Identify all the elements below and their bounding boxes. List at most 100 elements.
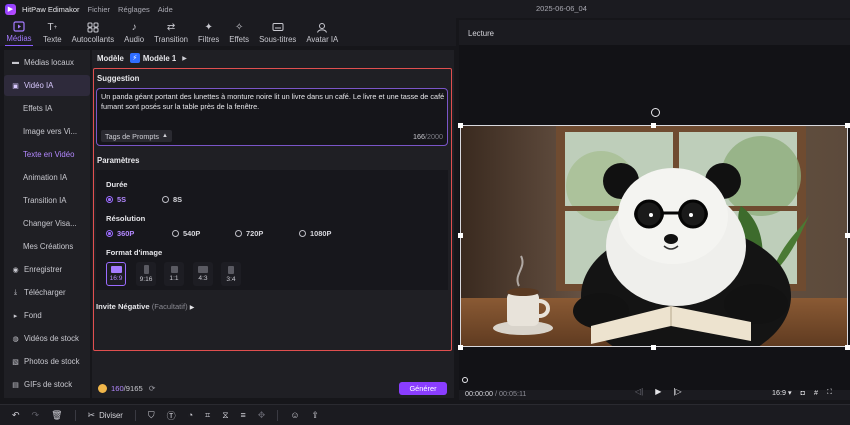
sidebar-item-stock-videos[interactable]: ◍ Vidéos de stock bbox=[4, 328, 90, 349]
snapshot-icon[interactable]: ◘ bbox=[801, 388, 805, 397]
sidebar-item-label: Fond bbox=[24, 311, 42, 320]
model-label: Modèle bbox=[97, 53, 124, 63]
previous-frame-icon[interactable]: ◁| bbox=[635, 387, 643, 396]
tab-audio[interactable]: ♪ Audio bbox=[124, 18, 144, 46]
sidebar-item-label: Médias locaux bbox=[24, 58, 74, 67]
music-note-icon: ♪ bbox=[131, 21, 137, 33]
sidebar-item-stock-photos[interactable]: ▧ Photos de stock bbox=[4, 351, 90, 372]
ratio-9-16-option[interactable]: 9:16 bbox=[136, 262, 156, 286]
tab-ai-avatar[interactable]: Avatar IA bbox=[306, 18, 338, 46]
app-name: HitPaw Edimakor bbox=[22, 4, 80, 14]
split-button[interactable]: ✂ Diviser bbox=[88, 410, 123, 421]
resize-handle[interactable] bbox=[458, 123, 463, 128]
sticker-icon bbox=[86, 21, 100, 34]
undo-icon[interactable]: ↶ bbox=[12, 410, 20, 421]
sidebar-item-image-to-video[interactable]: Image vers Vi... bbox=[4, 121, 90, 142]
sidebar-item-stock-gifs[interactable]: ▤ GIFs de stock bbox=[4, 374, 90, 395]
sidebar-item-ai-animation[interactable]: Animation IA bbox=[4, 167, 90, 188]
ratio-4-3-option[interactable]: 4:3 bbox=[193, 262, 213, 286]
sidebar-item-ai-video[interactable]: ▣ Vidéo IA bbox=[4, 75, 90, 96]
generate-button[interactable]: Générer bbox=[399, 382, 447, 395]
shield-icon[interactable]: ⛉ bbox=[148, 410, 155, 421]
face-icon[interactable]: ☺ bbox=[290, 410, 299, 420]
sidebar-item-my-creations[interactable]: Mes Créations bbox=[4, 236, 90, 257]
subtitle-icon bbox=[271, 21, 285, 34]
ratio-16-9-option[interactable]: 16:9 bbox=[106, 262, 126, 286]
grid-icon[interactable]: # bbox=[814, 388, 818, 397]
credits-count: 160/9165 bbox=[111, 384, 143, 393]
text-tool-icon[interactable]: Ⓣ bbox=[167, 409, 176, 422]
resize-handle[interactable] bbox=[458, 345, 463, 350]
resolution-540p-radio[interactable]: 540P bbox=[172, 229, 200, 238]
divider bbox=[277, 409, 279, 421]
tab-media[interactable]: Médias bbox=[5, 18, 33, 46]
prompt-input[interactable]: Un panda géant portant des lunettes à mo… bbox=[96, 88, 448, 146]
duration-5s-radio[interactable]: 5S bbox=[106, 195, 126, 204]
credits-bar: 160/9165 ⟳ Générer bbox=[92, 378, 454, 398]
timeline-scrubber[interactable] bbox=[462, 377, 468, 383]
prompt-tags-button[interactable]: Tags de Prompts ▲ bbox=[101, 130, 172, 142]
menu-file[interactable]: Fichier bbox=[88, 5, 111, 14]
sidebar-item-ai-effects[interactable]: Effets IA bbox=[4, 98, 90, 119]
sidebar-item-local-media[interactable]: ▬ Médias locaux bbox=[4, 52, 90, 73]
stock-photo-icon: ▧ bbox=[12, 358, 19, 366]
resize-handle[interactable] bbox=[845, 123, 850, 128]
ratio-1-1-option[interactable]: 1:1 bbox=[164, 262, 184, 286]
video-frame[interactable] bbox=[460, 125, 848, 347]
menu-help[interactable]: Aide bbox=[158, 5, 173, 14]
model-selector[interactable]: ⚡ Modèle 1 ▶ bbox=[129, 53, 187, 63]
sidebar-item-download[interactable]: ⤓ Télécharger bbox=[4, 282, 90, 303]
speed-icon[interactable]: ◔ bbox=[188, 410, 193, 420]
params-title: Paramètres bbox=[97, 156, 140, 165]
resize-handle[interactable] bbox=[651, 345, 656, 350]
sidebar-item-background[interactable]: ▸ Fond bbox=[4, 305, 90, 326]
resolution-360p-radio[interactable]: 360P bbox=[106, 229, 134, 238]
crop-icon[interactable]: ⌗ bbox=[205, 410, 210, 421]
tab-stickers-label: Autocollants bbox=[71, 35, 115, 44]
tab-stickers[interactable]: Autocollants bbox=[72, 18, 114, 46]
tab-subtitles[interactable]: Sous-titres bbox=[259, 18, 296, 46]
menu-settings[interactable]: Réglages bbox=[118, 5, 150, 14]
negative-prompt-optional: (Facultatif) bbox=[151, 302, 188, 311]
tab-text[interactable]: T + Texte bbox=[43, 18, 62, 46]
negative-prompt-toggle[interactable]: Invite Négative (Facultatif) ▶ bbox=[96, 302, 194, 311]
delete-icon[interactable]: 🗑 bbox=[51, 410, 62, 421]
tab-filters[interactable]: ✦ Filtres bbox=[198, 18, 219, 46]
sidebar-item-label: Photos de stock bbox=[24, 357, 80, 366]
duration-8s-radio[interactable]: 8S bbox=[162, 195, 182, 204]
suggestion-title: Suggestion bbox=[97, 74, 140, 83]
mirror-icon[interactable]: ⧖ bbox=[222, 410, 228, 421]
prompt-text[interactable]: Un panda géant portant des lunettes à mo… bbox=[101, 92, 445, 112]
caret-right-icon: ▶ bbox=[189, 305, 195, 311]
sidebar-item-ai-transition[interactable]: Transition IA bbox=[4, 190, 90, 211]
resolution-720p-radio[interactable]: 720P bbox=[235, 229, 263, 238]
ratio-shape-icon bbox=[198, 266, 208, 273]
resize-handle[interactable] bbox=[651, 123, 656, 128]
fullscreen-icon[interactable]: ⛶ bbox=[827, 387, 832, 397]
ratio-label: 1:1 bbox=[169, 275, 179, 282]
caret-right-icon: ▶ bbox=[182, 55, 187, 62]
play-icon[interactable]: ▶ bbox=[655, 387, 661, 396]
resize-handle[interactable] bbox=[458, 233, 463, 238]
move-icon[interactable]: ✥ bbox=[258, 410, 266, 421]
sidebar-item-change-face[interactable]: Changer Visa... bbox=[4, 213, 90, 234]
resolution-1080p-radio[interactable]: 1080P bbox=[299, 229, 331, 238]
ratio-3-4-option[interactable]: 3:4 bbox=[221, 262, 241, 286]
sidebar-item-record[interactable]: ◉ Enregistrer bbox=[4, 259, 90, 280]
tab-transition[interactable]: ⇄ Transition bbox=[154, 18, 188, 46]
refresh-icon[interactable]: ⟳ bbox=[149, 384, 156, 393]
duration-label: Durée bbox=[106, 180, 128, 189]
redo-icon[interactable]: ↷ bbox=[32, 410, 40, 421]
aspect-ratio-dropdown[interactable]: 16:9 ▾ bbox=[772, 388, 792, 397]
rotate-handle-icon[interactable] bbox=[651, 108, 660, 117]
export-frame-icon[interactable]: ⇪ bbox=[312, 410, 320, 421]
radio-label: 540P bbox=[183, 229, 201, 238]
tab-effects[interactable]: ✧ Effets bbox=[229, 18, 249, 46]
next-frame-icon[interactable]: |▷ bbox=[673, 387, 681, 396]
preview-panel: Lecture 00:00:00 / 00:05:11 ◁| ▶ |▷ 16:9… bbox=[458, 20, 850, 400]
adjust-icon[interactable]: ≡ bbox=[241, 410, 246, 420]
sidebar-item-text-to-video[interactable]: Texte en Vidéo bbox=[4, 144, 90, 165]
resize-handle[interactable] bbox=[845, 233, 850, 238]
resize-handle[interactable] bbox=[845, 345, 850, 350]
playback-time: 00:00:00 / 00:05:11 bbox=[465, 389, 526, 398]
